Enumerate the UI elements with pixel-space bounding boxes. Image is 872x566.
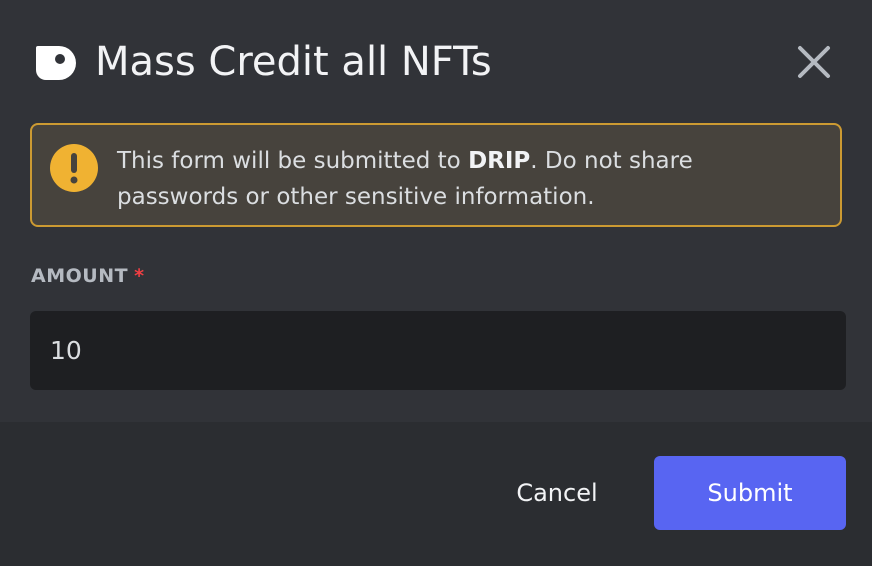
warning-app-name: DRIP xyxy=(468,148,531,174)
warning-text: This form will be submitted to DRIP. Do … xyxy=(117,143,817,215)
close-button[interactable] xyxy=(792,40,836,84)
modal-dialog: Mass Credit all NFTs This form will be s… xyxy=(0,0,872,566)
amount-input[interactable] xyxy=(30,311,846,390)
drip-bot-icon xyxy=(33,43,77,83)
close-icon xyxy=(792,46,836,88)
warning-text-before: This form will be submitted to xyxy=(117,148,469,174)
exclamation-circle-icon xyxy=(49,143,99,193)
modal-title: Mass Credit all NFTs xyxy=(95,39,492,85)
amount-label-text: AMOUNT xyxy=(31,265,129,287)
amount-label: AMOUNT * xyxy=(31,265,145,287)
modal-footer: Cancel Submit xyxy=(0,422,872,566)
submit-button[interactable]: Submit xyxy=(654,456,846,530)
required-marker: * xyxy=(134,265,145,287)
warning-notice: This form will be submitted to DRIP. Do … xyxy=(30,123,842,227)
cancel-button[interactable]: Cancel xyxy=(492,456,622,530)
modal-header: Mass Credit all NFTs xyxy=(0,0,872,124)
